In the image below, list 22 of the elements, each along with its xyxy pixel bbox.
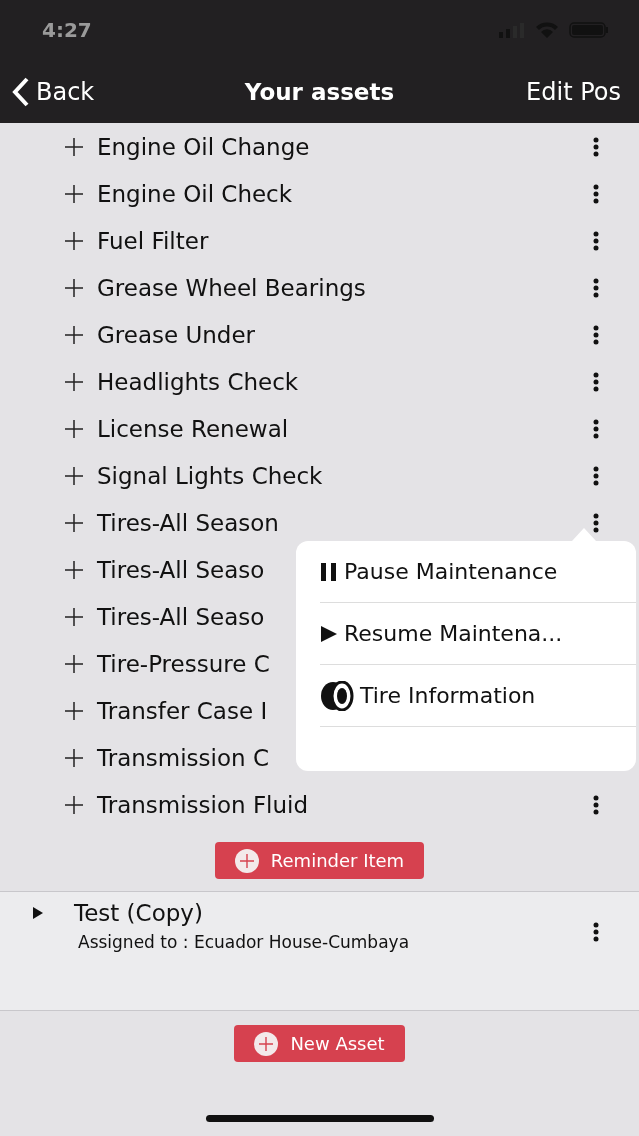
reminder-item[interactable]: Signal Lights Check <box>97 462 593 489</box>
page-title: Your assets <box>244 78 395 105</box>
reminder-item[interactable]: Transmission Fluid <box>97 791 593 818</box>
reminder-item[interactable]: Engine Oil Change <box>97 133 593 160</box>
reminder-item[interactable]: Grease Wheel Bearings <box>97 274 593 301</box>
asset-card[interactable]: Test (Copy) Assigned to : Ecuador House-Cumbaya <box>0 891 639 1011</box>
reminder-item-button[interactable]: Reminder Item <box>214 842 425 879</box>
asset-assignment: Assigned to : Ecuador House-Cumbaya <box>78 932 411 952</box>
reminder-item[interactable]: Fuel Filter <box>97 227 593 254</box>
new-asset-button[interactable]: New Asset <box>234 1025 405 1062</box>
back-button[interactable]: Back <box>12 76 95 107</box>
reminder-item[interactable]: Grease Under <box>97 321 593 348</box>
reminder-item[interactable]: Headlights Check <box>97 368 593 395</box>
menu-item[interactable]: Resume Maintena... <box>344 621 563 646</box>
reminder-item[interactable]: Engine Oil Check <box>97 180 593 207</box>
reminder-item[interactable]: License Renewal <box>97 415 593 442</box>
reminder-item[interactable]: Tires-All Season <box>97 509 593 536</box>
edit-position-button[interactable]: Edit Pos <box>526 77 621 106</box>
asset-name: Test (Copy) <box>74 900 203 926</box>
menu-item[interactable]: Tire Information <box>360 683 536 708</box>
status-time: 4:27 <box>42 18 92 42</box>
menu-item[interactable]: Pause Maintenance <box>344 559 558 584</box>
